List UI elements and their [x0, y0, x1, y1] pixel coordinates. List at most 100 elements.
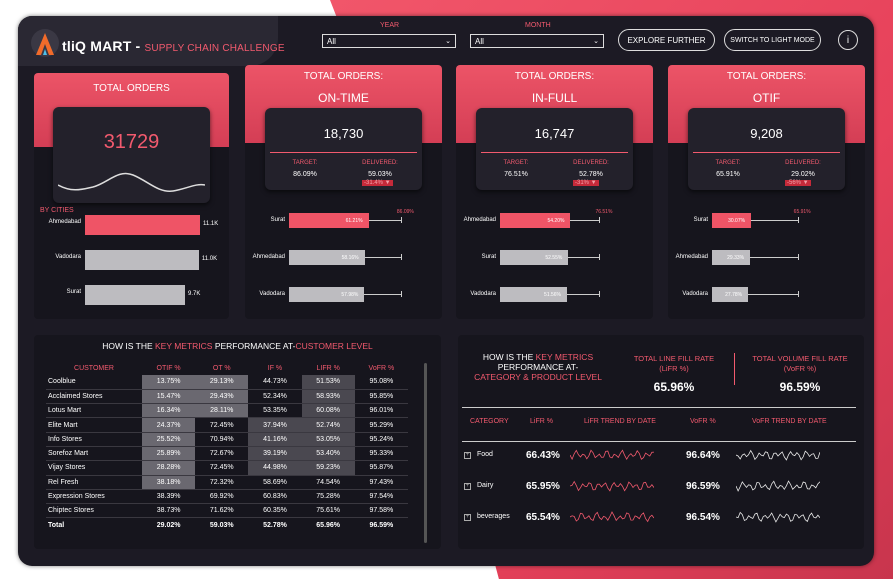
metric-cell: 97.58%	[354, 503, 408, 519]
table-row[interactable]: Lotus Mart 16.34% 28.11% 53.35% 60.08% 96.01%	[46, 403, 408, 419]
table-row[interactable]: Elite Mart 24.37% 72.45% 37.94% 52.74% 95.29%	[46, 417, 408, 433]
category-column-header[interactable]: LiFR TREND BY DATE	[584, 418, 656, 425]
delivered-label: DELIVERED:	[362, 160, 398, 166]
expand-icon[interactable]: +	[464, 514, 471, 521]
month-value: All	[475, 36, 484, 46]
city-label: Ahmedabad	[675, 254, 708, 260]
table-scrollbar[interactable]	[424, 363, 427, 543]
metric-cell: 41.16%	[248, 432, 302, 447]
target-tick	[599, 217, 601, 223]
metric-cell: 28.28%	[142, 460, 196, 476]
metric-cell: 95.29%	[354, 417, 408, 433]
target-line	[750, 257, 798, 258]
title-part: CUSTOMER LEVEL	[295, 341, 373, 351]
trend-sparkline	[570, 511, 654, 523]
bar-pct: 51.56%	[544, 291, 562, 298]
category-column-header[interactable]: CATEGORY	[470, 418, 509, 425]
trend-sparkline	[736, 480, 820, 492]
metric-cell: 29.43%	[195, 389, 249, 405]
city-bar	[85, 250, 199, 270]
column-header[interactable]: VoFR %	[355, 361, 408, 375]
customer-name: Acclaimed Stores	[46, 389, 142, 405]
metric-cell: 53.35%	[248, 403, 302, 419]
title-part: CATEGORY & PRODUCT LEVEL	[474, 372, 602, 382]
kpi-value: 9,208	[750, 126, 783, 141]
table-row[interactable]: Expression Stores 38.39% 69.92% 60.83% 75.28…	[46, 489, 408, 505]
column-header[interactable]: LIFR %	[302, 361, 355, 375]
category-name[interactable]: Food	[477, 451, 493, 458]
table-row[interactable]: Acclaimed Stores 15.47% 29.43% 52.34% 58.93%…	[46, 389, 408, 405]
metric-cell: 72.32%	[195, 475, 249, 490]
delivered-value: 29.02%	[791, 171, 815, 178]
month-select[interactable]: All ⌄	[470, 34, 604, 48]
column-header[interactable]: OT %	[195, 361, 248, 375]
column-header[interactable]: IF %	[248, 361, 301, 375]
target-line	[570, 220, 600, 221]
card-title: TOTAL ORDERS	[93, 83, 170, 94]
metric-cell: 29.13%	[195, 375, 249, 390]
table-row[interactable]: Sorefoz Mart 25.89% 72.67% 39.19% 53.40% 95.3…	[46, 446, 408, 462]
customer-name: Lotus Mart	[46, 403, 142, 419]
info-icon[interactable]: i	[838, 30, 858, 50]
metric-cell: 44.98%	[248, 460, 302, 476]
table-row[interactable]: Rel Fresh 38.18% 72.32% 58.69% 74.54% 97.43%	[46, 475, 408, 490]
metric-cell: 60.35%	[248, 503, 302, 519]
target-tick	[400, 254, 402, 260]
bar-pct: 58.16%	[341, 254, 359, 261]
category-name[interactable]: Dairy	[477, 482, 493, 489]
table-row[interactable]: Chiptec Stores 38.73% 71.62% 60.35% 75.61% 97…	[46, 503, 408, 519]
table-row[interactable]: Coolblue 13.75% 29.13% 44.73% 51.53% 95.08%	[46, 375, 408, 390]
metric-cell: 59.23%	[301, 460, 355, 476]
card-title-1: TOTAL ORDERS:	[514, 71, 595, 82]
target-label: TARGET:	[715, 160, 741, 166]
customer-name: Vijay Stores	[46, 460, 142, 476]
year-label: YEAR	[380, 22, 400, 29]
card-title-2: ON-TIME	[318, 91, 369, 105]
table-row[interactable]: Vijay Stores 28.28% 72.45% 44.98% 59.23% 95.8…	[46, 460, 408, 476]
column-header[interactable]: OTIF %	[142, 361, 195, 375]
target-line	[568, 257, 600, 258]
category-column-header[interactable]: VoFR TREND BY DATE	[752, 418, 827, 425]
table-header-row: CUSTOMER OTIF % OT % IF % LIFR % VoFR %	[46, 361, 408, 375]
city-label: Vadodara	[55, 254, 81, 260]
category-title: HOW IS THE KEY METRICS PERFORMANCE AT- CAT…	[468, 352, 608, 382]
target-value: 76.51%	[504, 171, 528, 178]
customer-title: HOW IS THE KEY METRICS PERFORMANCE AT-CU…	[34, 341, 441, 351]
metric-cell: 53.40%	[301, 446, 355, 462]
title-part: HOW IS THE	[482, 352, 536, 362]
metric-cell: 70.94%	[195, 432, 249, 447]
metric-cell: 60.08%	[301, 403, 355, 419]
metric-cell: 95.08%	[354, 375, 408, 390]
city-label: Surat	[481, 254, 496, 260]
category-column-header[interactable]: VoFR %	[690, 418, 716, 425]
divider	[462, 441, 856, 442]
month-label: MONTH	[525, 22, 551, 29]
vofr-label-2: (VoFR %)	[783, 364, 817, 373]
expand-icon[interactable]: +	[464, 483, 471, 490]
total-cell: 52.78%	[248, 517, 302, 533]
category-column-header[interactable]: LiFR %	[530, 418, 553, 425]
metric-cell: 97.54%	[354, 489, 408, 505]
table-row[interactable]: Info Stores 25.52% 70.94% 41.16% 53.05% 95.24…	[46, 432, 408, 447]
metric-cell: 52.34%	[248, 389, 302, 405]
customer-name: Coolblue	[46, 375, 142, 390]
target-line	[567, 294, 600, 295]
expand-icon[interactable]: +	[464, 452, 471, 459]
metric-cell: 52.74%	[301, 417, 355, 433]
city-label: Surat	[66, 289, 81, 295]
explore-further-button[interactable]: EXPLORE FURTHER	[618, 29, 715, 51]
target-marker-label: 76.51%	[595, 209, 613, 215]
card-title-2: IN-FULL	[531, 91, 578, 105]
year-select[interactable]: All ⌄	[322, 34, 456, 48]
category-lifr: 65.54%	[526, 512, 560, 523]
metric-cell: 95.85%	[354, 389, 408, 405]
total-cell: 96.59%	[354, 517, 408, 533]
category-name[interactable]: beverages	[477, 513, 510, 520]
target-marker-label: 86.09%	[396, 209, 414, 215]
trend-sparkline	[736, 511, 820, 523]
category-vofr: 96.54%	[686, 512, 720, 523]
column-header[interactable]: CUSTOMER	[46, 361, 142, 375]
light-mode-button[interactable]: SWITCH TO LIGHT MODE	[724, 29, 821, 51]
card-title-1: TOTAL ORDERS:	[303, 71, 384, 82]
metric-cell: 95.87%	[354, 460, 408, 476]
